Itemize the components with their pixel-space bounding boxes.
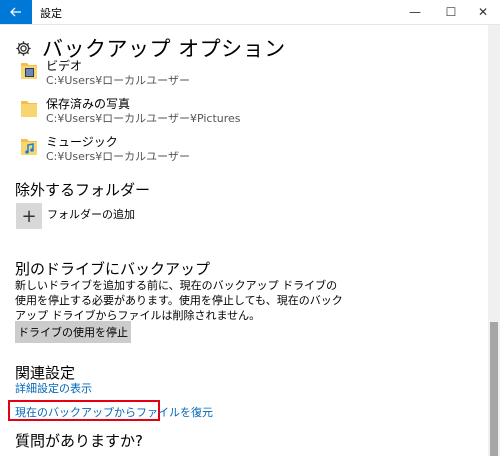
folder-path: C:¥Users¥ローカルユーザー¥Pictures xyxy=(46,112,241,125)
video-folder-icon xyxy=(20,59,38,81)
minimize-button[interactable]: — xyxy=(398,0,432,24)
folder-name: ビデオ xyxy=(46,59,83,73)
advanced-settings-link[interactable]: 詳細設定の表示 xyxy=(15,380,92,396)
back-button[interactable] xyxy=(0,0,32,24)
add-folder-label[interactable]: フォルダーの追加 xyxy=(47,206,135,222)
maximize-button[interactable]: ☐ xyxy=(434,0,468,24)
backup-folder-item[interactable]: ミュージック C:¥Users¥ローカルユーザー xyxy=(20,135,190,164)
gear-icon xyxy=(16,40,31,56)
stop-using-drive-button[interactable]: ドライブの使用を停止 xyxy=(15,321,131,343)
folder-path: C:¥Users¥ローカルユーザー xyxy=(46,150,190,163)
folder-name: ミュージック xyxy=(46,135,118,149)
questions-heading: 質問がありますか? xyxy=(15,432,143,450)
window-title: 設定 xyxy=(40,7,62,20)
backup-folder-item[interactable]: ビデオ C:¥Users¥ローカルユーザー xyxy=(20,59,190,88)
restore-files-link[interactable]: 現在のバックアップからファイルを復元 xyxy=(15,404,213,420)
folder-name: 保存済みの写真 xyxy=(46,97,131,111)
folder-path: C:¥Users¥ローカルユーザー xyxy=(46,74,190,87)
close-button[interactable]: ✕ xyxy=(466,0,500,24)
other-drive-description: 新しいドライブを追加する前に、現在のバックアップ ドライブの使用を停止する必要が… xyxy=(15,279,343,322)
add-folder-button[interactable]: + xyxy=(16,203,42,229)
settings-content: バックアップ オプション ビデオ C:¥Users¥ローカルユーザー 保存済みの… xyxy=(0,25,488,456)
exclude-folders-heading: 除外するフォルダー xyxy=(15,181,151,199)
back-arrow-icon xyxy=(10,7,21,17)
folder-icon xyxy=(20,97,38,119)
other-drive-heading: 別のドライブにバックアップ xyxy=(15,260,211,278)
scrollbar-thumb[interactable] xyxy=(490,322,498,456)
backup-folder-item[interactable]: 保存済みの写真 C:¥Users¥ローカルユーザー¥Pictures xyxy=(20,97,241,126)
title-bar: 設定 — ☐ ✕ xyxy=(0,0,500,25)
music-folder-icon xyxy=(20,135,38,157)
